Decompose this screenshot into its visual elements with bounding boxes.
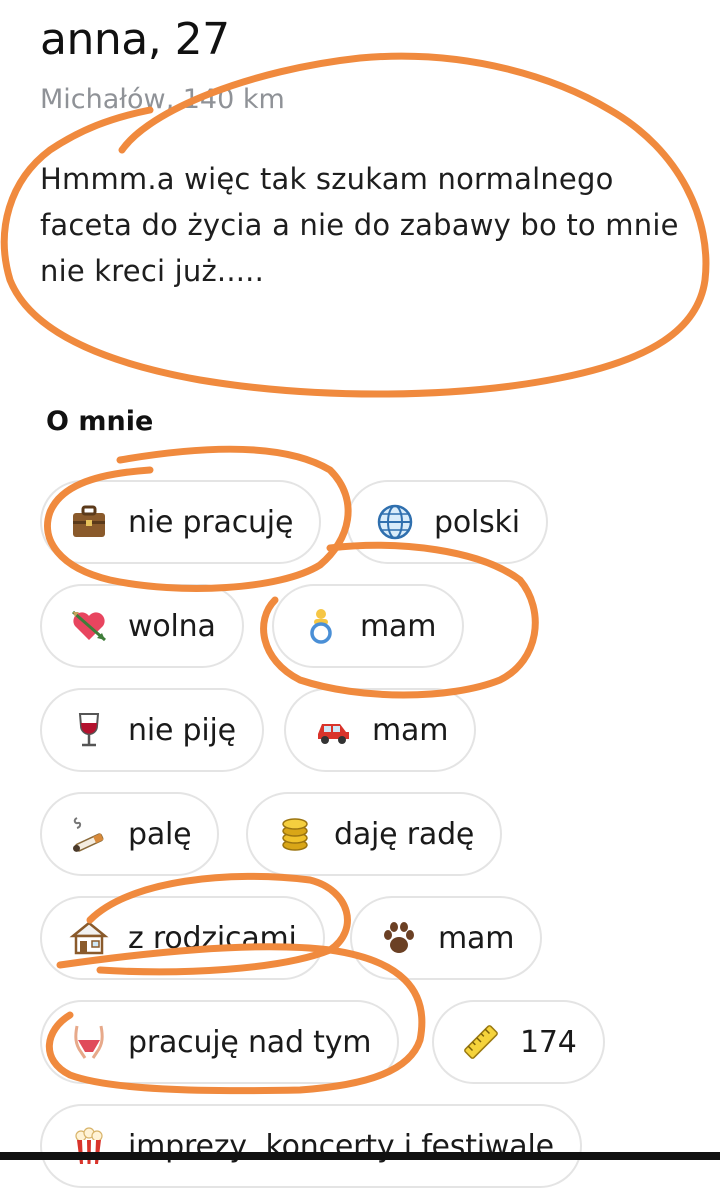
house-icon [66,915,112,961]
chip-drinking[interactable]: nie piję [40,688,264,772]
chip-label: z rodzicami [128,920,297,956]
hips-icon [66,1019,112,1065]
chip-body[interactable]: pracuję nad tym [40,1000,400,1084]
chip-living[interactable]: z rodzicami [40,896,325,980]
bottom-edge-bar [0,1152,720,1160]
ruler-icon [458,1019,504,1065]
chip-pets[interactable]: mam [350,896,543,980]
chip-label: pracuję nad tym [128,1024,372,1060]
cigarette-icon [66,811,112,857]
profile-screen: anna, 27 Michałów, 140 km Hmmm.a więc ta… [0,0,720,1188]
chip-label: daję radę [334,816,475,852]
briefcase-icon [66,499,112,545]
chip-finance[interactable]: daję radę [246,792,503,876]
profile-bio: Hmmm.a więc tak szukam normalnego faceta… [40,162,679,288]
profile-name-age: anna, 27 [40,14,230,65]
chip-label: 174 [520,1024,577,1060]
chip-work[interactable]: nie pracuję [40,480,322,564]
chip-interests[interactable]: imprezy, koncerty i festiwale [40,1104,582,1188]
chip-smoking[interactable]: palę [40,792,220,876]
chip-label: nie pracuję [128,504,294,540]
coins-icon [272,811,318,857]
chip-language[interactable]: polski [346,480,548,564]
chip-height[interactable]: 174 [432,1000,605,1084]
pacifier-icon [298,603,344,649]
car-icon [310,707,356,753]
heart-arrow-icon [66,603,112,649]
chip-label: palę [128,816,192,852]
chip-label: nie piję [128,712,236,748]
chip-label: wolna [128,608,216,644]
profile-location: Michałów, 140 km [40,84,285,115]
chip-relationship[interactable]: wolna [40,584,244,668]
paw-icon [376,915,422,961]
globe-icon [372,499,418,545]
chip-label: polski [434,504,520,540]
chip-label: mam [372,712,449,748]
chip-car[interactable]: mam [284,688,477,772]
chip-label: mam [360,608,437,644]
chip-children[interactable]: mam [272,584,465,668]
about-section-title: O mnie [46,406,154,437]
wine-glass-icon [66,707,112,753]
chip-label: mam [438,920,515,956]
popcorn-icon [66,1123,112,1169]
